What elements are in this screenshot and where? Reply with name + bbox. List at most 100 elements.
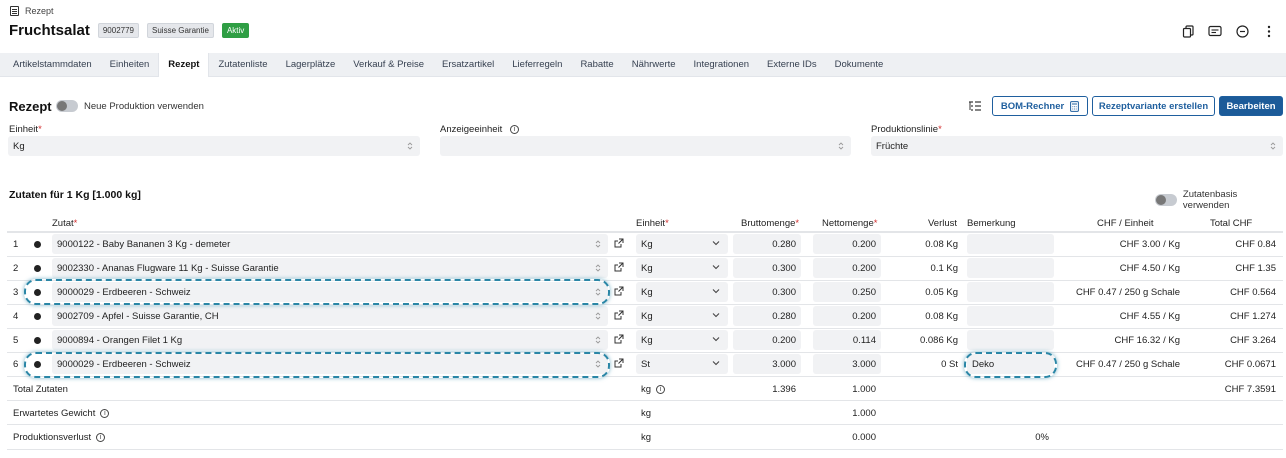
drag-handle-icon[interactable] <box>34 337 41 344</box>
summary-total-label: Total Zutaten <box>13 384 68 395</box>
price-per-unit: CHF 4.50 / Kg <box>1119 263 1180 274</box>
summary-total-unit: kg i <box>641 384 666 395</box>
external-link-icon[interactable] <box>614 262 624 272</box>
external-link-icon[interactable] <box>614 238 624 248</box>
net-amount-input[interactable]: 0.250 <box>813 282 881 302</box>
ingredient-select[interactable]: 9002330 - Ananas Flugware 11 Kg - Suisse… <box>52 258 608 278</box>
row-divider <box>7 232 1283 233</box>
net-amount-input[interactable]: 0.200 <box>813 306 881 326</box>
info-icon[interactable]: i <box>656 384 666 394</box>
production-line-label-text: Produktionslinie <box>871 124 939 135</box>
ingredient-value: 9002709 - Apfel - Suisse Garantie, CH <box>57 310 219 322</box>
gross-amount-input[interactable]: 0.300 <box>733 282 801 302</box>
create-variant-button[interactable]: Rezeptvariante erstellen <box>1092 96 1215 116</box>
remark-input[interactable] <box>967 330 1054 350</box>
ingredient-select[interactable]: 9000894 - Orangen Filet 1 Kg <box>52 330 608 350</box>
net-amount-input[interactable]: 0.114 <box>813 330 881 350</box>
id-card-icon[interactable] <box>1208 24 1222 38</box>
updown-icon <box>595 240 601 248</box>
gross-amount-input[interactable]: 0.200 <box>733 330 801 350</box>
tab-lagerplaetze[interactable]: Lagerplätze <box>277 53 345 77</box>
tab-verkauf-preise[interactable]: Verkauf & Preise <box>344 53 433 77</box>
external-link-icon[interactable] <box>614 310 624 320</box>
production-line-select[interactable]: Früchte <box>871 136 1283 156</box>
ingredient-basis-toggle[interactable] <box>1155 194 1177 206</box>
unit-value: St <box>641 358 650 370</box>
bom-calculator-button[interactable]: BOM-Rechner <box>992 96 1088 116</box>
required-marker: * <box>938 124 942 135</box>
drag-handle-icon[interactable] <box>34 241 41 248</box>
net-amount-input[interactable]: 0.200 <box>813 234 881 254</box>
tab-externe-ids[interactable]: Externe IDs <box>758 53 826 77</box>
drag-handle-icon[interactable] <box>34 265 41 272</box>
ingredient-select[interactable]: 9000122 - Baby Bananen 3 Kg - demeter <box>52 234 608 254</box>
more-vertical-icon[interactable] <box>1262 24 1276 38</box>
remark-input[interactable] <box>967 282 1054 302</box>
remark-input[interactable] <box>967 306 1054 326</box>
unit-select[interactable]: Kg <box>636 306 728 326</box>
tab-rabatte[interactable]: Rabatte <box>571 53 622 77</box>
external-link-icon[interactable] <box>614 358 624 368</box>
required-marker: * <box>38 124 42 135</box>
price-per-unit: CHF 0.47 / 250 g Schale <box>1075 359 1180 370</box>
page-title: Fruchtsalat <box>9 22 90 39</box>
summary-expected-label-text: Erwartetes Gewicht <box>13 408 96 419</box>
row-divider <box>7 256 1283 257</box>
summary-loss-label: Produktionsverlust i <box>13 432 106 443</box>
info-icon[interactable]: i <box>96 432 106 442</box>
unit-value: Kg <box>641 334 653 346</box>
updown-icon <box>838 142 844 150</box>
required-marker: * <box>795 218 800 229</box>
info-icon[interactable]: i <box>509 124 519 134</box>
gross-amount-input[interactable]: 0.300 <box>733 258 801 278</box>
header-actions <box>1181 24 1276 38</box>
chevron-down-icon <box>712 361 720 366</box>
tab-rezept[interactable]: Rezept <box>158 53 210 77</box>
remark-input[interactable] <box>967 258 1054 278</box>
tab-ersatzartikel[interactable]: Ersatzartikel <box>433 53 503 77</box>
info-icon[interactable]: i <box>100 408 110 418</box>
article-number-badge: 9002779 <box>97 23 140 38</box>
breadcrumb: Rezept <box>10 6 54 16</box>
tab-zutatenliste[interactable]: Zutatenliste <box>209 53 276 77</box>
minus-circle-icon[interactable] <box>1235 24 1249 38</box>
unit-value: Kg <box>641 238 653 250</box>
external-link-icon[interactable] <box>614 334 624 344</box>
loss-value: 0 St <box>941 359 958 370</box>
new-production-toggle[interactable] <box>56 100 78 112</box>
row-number: 4 <box>13 311 19 322</box>
tab-artikelstammdaten[interactable]: Artikelstammdaten <box>4 53 101 77</box>
gross-amount-input[interactable]: 0.280 <box>733 234 801 254</box>
list-settings-icon[interactable] <box>968 100 982 112</box>
net-amount-input[interactable]: 3.000 <box>813 354 881 374</box>
unit-select[interactable]: Kg <box>8 136 420 156</box>
gross-amount-input[interactable]: 3.000 <box>733 354 801 374</box>
tab-integrationen[interactable]: Integrationen <box>685 53 758 77</box>
drag-handle-icon[interactable] <box>34 313 41 320</box>
edit-button[interactable]: Bearbeiten <box>1219 96 1283 116</box>
remark-input[interactable] <box>967 234 1054 254</box>
tab-einheiten[interactable]: Einheiten <box>101 53 159 77</box>
gross-amount-input[interactable]: 0.280 <box>733 306 801 326</box>
tab-lieferregeln[interactable]: Lieferregeln <box>503 53 571 77</box>
unit-select[interactable]: Kg <box>636 234 728 254</box>
summary-loss-label-text: Produktionsverlust <box>13 432 92 443</box>
copy-icon[interactable] <box>1181 24 1195 38</box>
breadcrumb-label: Rezept <box>25 6 54 16</box>
chevron-down-icon <box>712 241 720 246</box>
net-amount-input[interactable]: 0.200 <box>813 258 881 278</box>
unit-select[interactable]: Kg <box>636 282 728 302</box>
ingredient-select[interactable]: 9002709 - Apfel - Suisse Garantie, CH <box>52 306 608 326</box>
external-link-icon[interactable] <box>614 286 624 296</box>
unit-select[interactable]: St <box>636 354 728 374</box>
ingredient-value: 9002330 - Ananas Flugware 11 Kg - Suisse… <box>57 262 279 274</box>
tab-dokumente[interactable]: Dokumente <box>826 53 893 77</box>
loss-value: 0.08 Kg <box>925 239 958 250</box>
display-unit-select[interactable] <box>440 136 851 156</box>
col-header-net: Nettomenge* <box>822 218 877 229</box>
unit-select[interactable]: Kg <box>636 330 728 350</box>
row-divider <box>7 400 1283 401</box>
tab-bar: Artikelstammdaten Einheiten Rezept Zutat… <box>0 53 1286 77</box>
tab-naehrwerte[interactable]: Nährwerte <box>623 53 685 77</box>
unit-select[interactable]: Kg <box>636 258 728 278</box>
